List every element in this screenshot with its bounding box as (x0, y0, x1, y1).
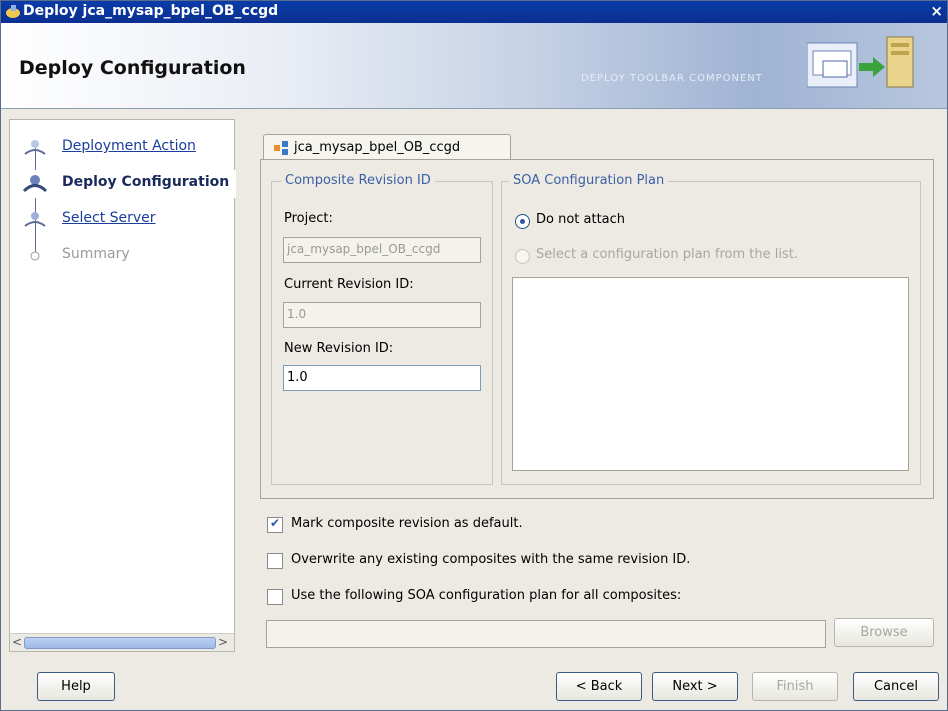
radio-do-not-attach[interactable] (515, 214, 530, 229)
header-banner: Deploy Configuration DEPLOY TOOLBAR COMP… (1, 23, 947, 109)
project-label: Project: (284, 211, 333, 226)
step-label[interactable]: Select Server (62, 210, 156, 226)
tab-composite[interactable]: jca_mysap_bpel_OB_ccgd (263, 134, 511, 161)
overwrite-checkbox[interactable] (267, 553, 283, 569)
page-title: Deploy Configuration (19, 57, 246, 79)
use-plan-label: Use the following SOA configuration plan… (291, 588, 682, 603)
group-legend: Composite Revision ID (281, 173, 435, 188)
composite-icon (274, 141, 288, 155)
wizard-steps-panel: Deployment Action Deploy Configuration S… (9, 119, 236, 652)
step-deployment-action[interactable]: Deployment Action (10, 134, 236, 162)
use-plan-checkbox[interactable] (267, 589, 283, 605)
step-label[interactable]: Deployment Action (62, 138, 196, 154)
step-select-server[interactable]: Select Server (10, 206, 236, 234)
config-plan-list[interactable] (512, 277, 909, 471)
back-button[interactable]: < Back (556, 672, 642, 701)
step-label: Summary (62, 246, 130, 262)
scrollbar-thumb[interactable] (24, 637, 216, 649)
scroll-left-icon[interactable]: < (12, 635, 22, 649)
step-person-icon (24, 140, 46, 155)
radio-select-plan (515, 249, 530, 264)
deploy-dialog: Deploy jca_mysap_bpel_OB_ccgd × Deploy C… (0, 0, 948, 711)
horizontal-scrollbar[interactable]: < > (10, 633, 234, 651)
title-bar: Deploy jca_mysap_bpel_OB_ccgd × (1, 1, 947, 23)
new-revision-input[interactable]: 1.0 (283, 365, 481, 391)
deploy-server-icon (807, 36, 914, 88)
window-title: Deploy jca_mysap_bpel_OB_ccgd (23, 3, 279, 19)
finish-button: Finish (752, 672, 838, 701)
radio-label: Select a configuration plan from the lis… (536, 247, 798, 262)
mark-default-checkbox[interactable] (267, 516, 283, 533)
step-person-icon (22, 175, 48, 193)
current-revision-field: 1.0 (283, 302, 481, 328)
help-button[interactable]: Help (37, 672, 115, 701)
cancel-button[interactable]: Cancel (853, 672, 939, 701)
tab-label: jca_mysap_bpel_OB_ccgd (294, 140, 461, 155)
current-revision-label: Current Revision ID: (284, 277, 414, 292)
step-person-icon (24, 212, 46, 227)
banner-decoration: DEPLOY TOOLBAR COMPONENT (581, 73, 763, 84)
group-legend: SOA Configuration Plan (509, 173, 669, 188)
plan-path-input (266, 620, 826, 648)
new-revision-label: New Revision ID: (284, 341, 394, 356)
project-field: jca_mysap_bpel_OB_ccgd (283, 237, 481, 263)
scroll-right-icon[interactable]: > (218, 635, 228, 649)
browse-button: Browse (834, 618, 934, 647)
step-deploy-configuration[interactable]: Deploy Configuration (10, 170, 236, 198)
radio-label: Do not attach (536, 212, 626, 227)
deploy-app-icon (6, 5, 20, 18)
step-circle-icon (30, 251, 40, 261)
overwrite-label: Overwrite any existing composites with t… (291, 552, 691, 567)
step-summary: Summary (10, 242, 236, 270)
step-label: Deploy Configuration (62, 174, 230, 190)
close-icon[interactable]: × (930, 2, 943, 20)
next-button[interactable]: Next > (652, 672, 738, 701)
mark-default-label: Mark composite revision as default. (291, 516, 523, 531)
